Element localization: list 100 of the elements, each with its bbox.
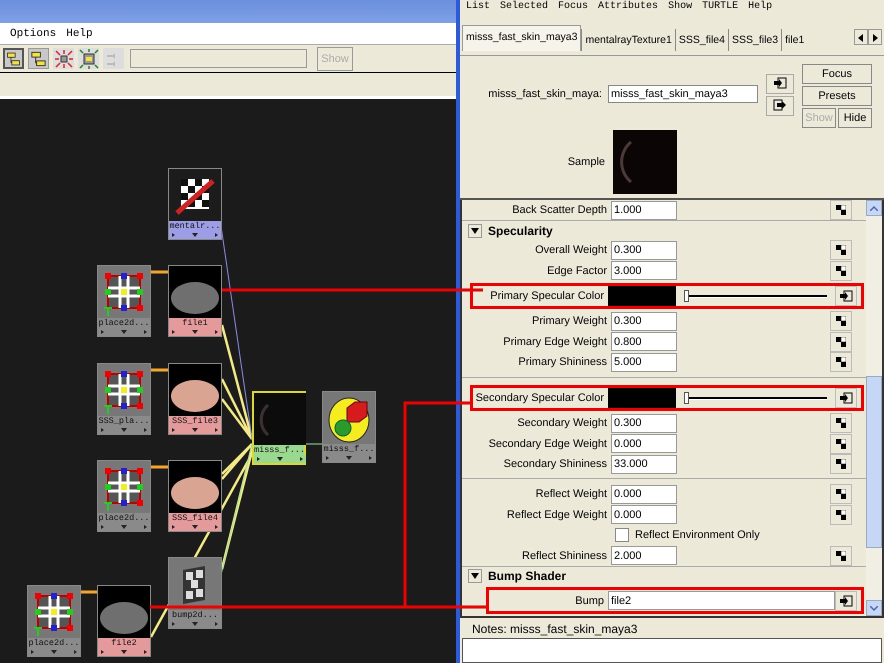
scroll-down-icon[interactable] bbox=[866, 600, 882, 616]
input-connection-icon[interactable] bbox=[835, 286, 857, 306]
value-field[interactable]: 0.300 bbox=[611, 312, 677, 331]
menu-item[interactable]: Selected bbox=[500, 0, 548, 14]
value-field[interactable]: 0.000 bbox=[611, 434, 677, 454]
node-port-bar[interactable] bbox=[169, 328, 221, 336]
node-label: file1 bbox=[182, 318, 208, 328]
editor-button[interactable]: Focus bbox=[802, 64, 872, 84]
checker-map-icon[interactable] bbox=[830, 413, 852, 434]
graph-node[interactable]: bump2d... bbox=[168, 557, 222, 629]
graph-node[interactable]: misss_f... bbox=[252, 391, 306, 465]
checker-map-icon[interactable] bbox=[830, 454, 852, 474]
scroll-right-icon[interactable] bbox=[868, 29, 882, 45]
node-port-bar[interactable] bbox=[169, 231, 221, 239]
menu-item[interactable]: Show bbox=[668, 0, 692, 14]
color-swatch[interactable] bbox=[608, 388, 676, 408]
checkbox-label: Reflect Environment Only bbox=[635, 529, 760, 542]
editor-button[interactable]: Hide bbox=[838, 108, 872, 128]
graph-node[interactable]: place2d... bbox=[97, 265, 151, 337]
collapse-toggle-icon[interactable] bbox=[468, 224, 482, 238]
node-label: mentalr... bbox=[169, 221, 220, 231]
input-connection-icon[interactable] bbox=[835, 590, 857, 611]
menu-item[interactable]: Help bbox=[66, 28, 93, 40]
arrows-outward-icon[interactable] bbox=[78, 48, 99, 69]
output-connection-icon[interactable] bbox=[766, 96, 794, 116]
slider[interactable] bbox=[684, 390, 827, 405]
checker-map-icon[interactable] bbox=[830, 504, 852, 525]
section-title[interactable]: Bump Shader bbox=[488, 569, 566, 584]
menu-item[interactable]: List bbox=[466, 0, 490, 14]
value-field[interactable]: 3.000 bbox=[611, 261, 677, 280]
scrollbar[interactable] bbox=[866, 200, 882, 616]
node-port-bar[interactable] bbox=[98, 523, 150, 531]
placement-grid-icon bbox=[98, 266, 150, 318]
sphere-cube-icon bbox=[323, 392, 375, 444]
checker-map-icon[interactable] bbox=[830, 260, 852, 281]
checker-map-icon[interactable] bbox=[830, 200, 852, 220]
scroll-left-icon[interactable] bbox=[854, 29, 868, 45]
value-field[interactable]: 0.000 bbox=[611, 484, 677, 504]
value-field[interactable]: 0.300 bbox=[611, 414, 677, 433]
graph-node[interactable]: SSS_file3 bbox=[168, 363, 222, 435]
node-label: place2d... bbox=[98, 513, 150, 523]
value-field[interactable]: 33.000 bbox=[611, 454, 677, 474]
menu-item[interactable]: Help bbox=[748, 0, 772, 14]
value-field[interactable]: 5.000 bbox=[611, 352, 677, 372]
graph-node[interactable]: file2 bbox=[97, 585, 151, 657]
node-diagram-icon[interactable] bbox=[28, 48, 49, 69]
tab[interactable]: misss_fast_skin_maya3 bbox=[462, 25, 582, 51]
checker-map-icon[interactable] bbox=[830, 352, 852, 372]
scroll-up-icon[interactable] bbox=[866, 200, 882, 216]
checker-map-icon[interactable] bbox=[830, 332, 852, 352]
checkbox[interactable] bbox=[615, 528, 629, 542]
value-field[interactable]: 0.800 bbox=[611, 332, 677, 352]
graph-node[interactable]: file1 bbox=[168, 265, 222, 337]
notes-field[interactable] bbox=[462, 638, 882, 663]
checker-panel-icon bbox=[169, 558, 221, 610]
value-field[interactable]: 2.000 bbox=[611, 546, 677, 566]
node-diagram-icon[interactable] bbox=[3, 48, 24, 69]
color-swatch[interactable] bbox=[608, 286, 676, 306]
checker-map-icon[interactable] bbox=[830, 311, 852, 332]
node-port-bar[interactable] bbox=[98, 328, 150, 336]
connection-field[interactable]: file2 bbox=[608, 591, 835, 610]
checker-map-icon[interactable] bbox=[830, 434, 852, 454]
graph-node[interactable]: SSS_pla... bbox=[97, 363, 151, 435]
node-port-bar[interactable] bbox=[98, 426, 150, 434]
graph-node[interactable]: mentalr... bbox=[168, 168, 222, 240]
attribute-label: Overall Weight bbox=[534, 244, 608, 256]
slider[interactable] bbox=[684, 289, 827, 304]
node-port-bar[interactable] bbox=[169, 620, 221, 628]
node-port-bar[interactable] bbox=[169, 426, 221, 434]
menu-item[interactable]: Focus bbox=[558, 0, 588, 14]
node-port-bar[interactable] bbox=[98, 648, 150, 656]
menu-item[interactable]: TURTLE bbox=[702, 0, 738, 14]
value-field[interactable]: 0.000 bbox=[611, 505, 677, 524]
slider-handle[interactable] bbox=[684, 392, 689, 404]
input-connection-icon[interactable] bbox=[766, 74, 794, 94]
collapse-toggle-icon[interactable] bbox=[468, 569, 482, 584]
node-name-field[interactable]: misss_fast_skin_maya3 bbox=[608, 85, 758, 103]
section-title[interactable]: Specularity bbox=[488, 224, 553, 238]
menu-item[interactable]: Attributes bbox=[598, 0, 658, 14]
checker-map-icon[interactable] bbox=[830, 546, 852, 566]
graph-node[interactable]: SSS_file4 bbox=[168, 460, 222, 532]
value-field[interactable]: 0.300 bbox=[611, 240, 677, 260]
tab[interactable]: SSS_file4 bbox=[674, 29, 728, 51]
node-port-bar[interactable] bbox=[254, 455, 306, 463]
value-field[interactable]: 1.000 bbox=[611, 200, 677, 220]
graph-node[interactable]: place2d... bbox=[97, 460, 151, 532]
menu-item[interactable]: Options bbox=[10, 28, 56, 40]
graph-node[interactable]: misss_f... bbox=[322, 391, 376, 463]
node-port-bar[interactable] bbox=[323, 454, 375, 462]
checker-map-icon[interactable] bbox=[830, 240, 852, 260]
node-port-bar[interactable] bbox=[28, 648, 80, 656]
node-label: bump2d... bbox=[172, 610, 218, 620]
checker-map-icon[interactable] bbox=[830, 484, 852, 504]
slider-handle[interactable] bbox=[684, 290, 689, 302]
graph-node[interactable]: place2d... bbox=[27, 585, 81, 657]
scrollbar-thumb[interactable] bbox=[866, 376, 882, 548]
arrows-inward-icon[interactable] bbox=[53, 48, 74, 69]
editor-button[interactable]: Presets bbox=[802, 86, 872, 106]
input-connection-icon[interactable] bbox=[835, 388, 857, 408]
node-port-bar[interactable] bbox=[169, 523, 221, 531]
